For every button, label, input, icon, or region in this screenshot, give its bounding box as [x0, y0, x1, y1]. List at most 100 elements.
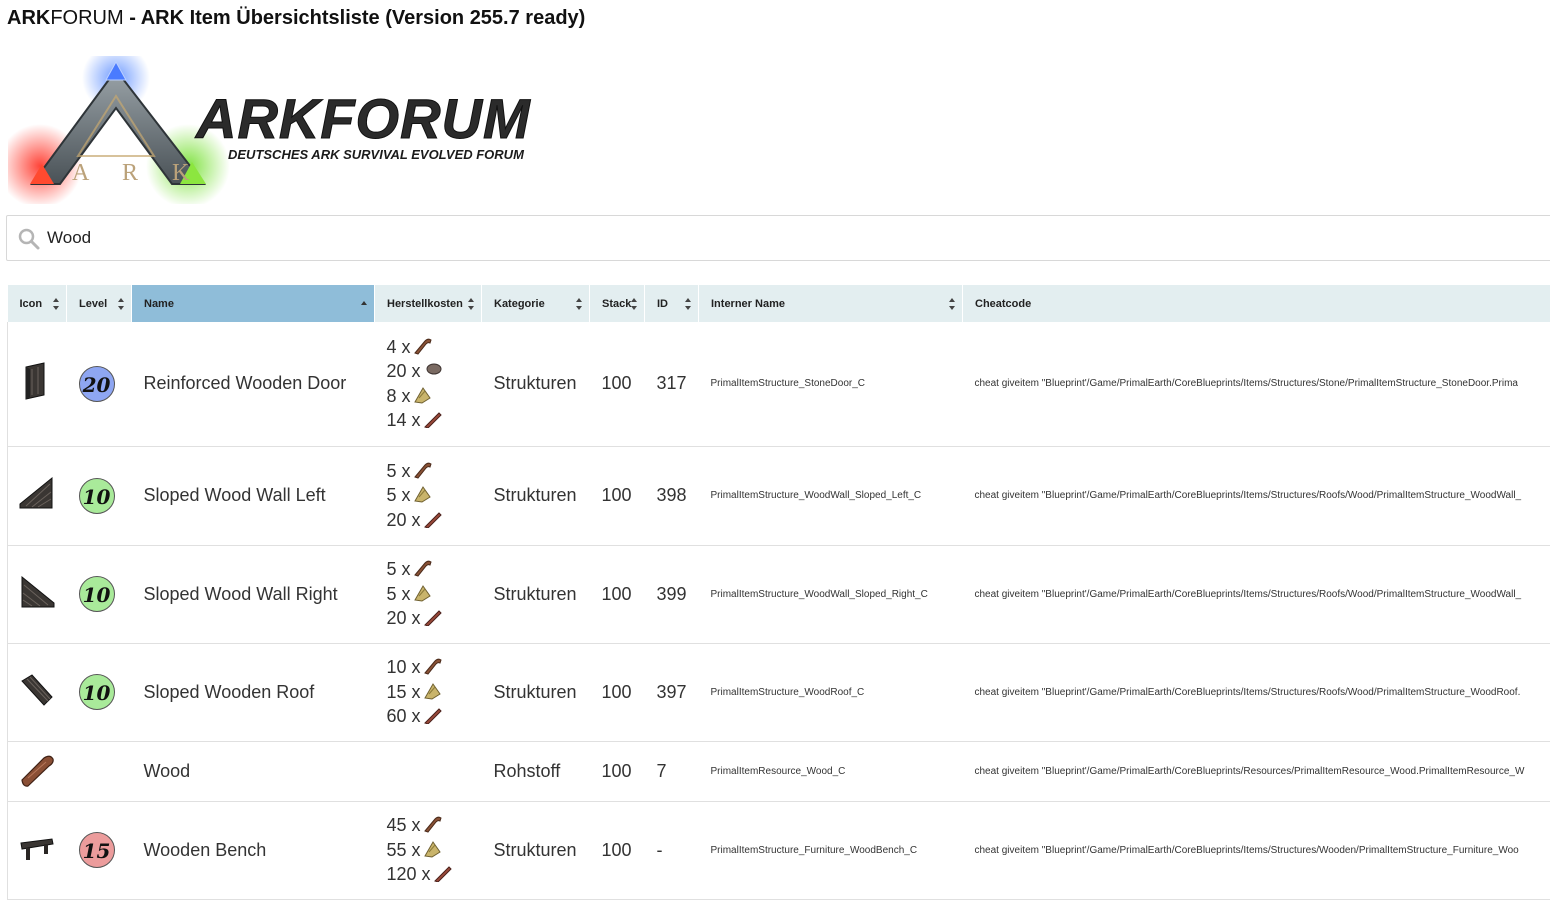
cost-line: 10 x [387, 655, 482, 680]
table-row[interactable]: 10 Sloped Wood Wall Right 5 x 5 x 20 x Strukt… [7, 545, 1550, 644]
sloped-wall-left-icon [18, 474, 67, 517]
title-text: - ARK Item Übersichtsliste (Version 255.… [123, 7, 586, 29]
level-badge: 20 [78, 365, 115, 402]
wood-log-icon [18, 750, 67, 793]
header-cost[interactable]: Herstellkosten [374, 285, 482, 322]
cost-line: 20 x [387, 508, 482, 533]
cost-line: 5 x [387, 459, 482, 484]
cell-id: 317 [644, 322, 699, 447]
header-name-label: Name [144, 297, 174, 310]
cell-category: Rohstoff [481, 741, 590, 802]
wood-icon [411, 461, 433, 481]
cell-cost: 45 x 55 x 120 x [374, 801, 482, 900]
wood-icon [421, 815, 443, 835]
cost-line: 4 x [387, 335, 482, 360]
sort-icon [576, 298, 582, 310]
level-badge: 15 [78, 832, 115, 868]
sort-icon [685, 298, 691, 310]
cost-qty: 15 x [386, 681, 421, 702]
header-category-label: Kategorie [494, 297, 545, 310]
table-row[interactable]: Wood Rohstoff 100 7 PrimalItemResource_Wood_… [7, 741, 1550, 802]
cell-cheatcode[interactable]: cheat giveitem "Blueprint'/Game/PrimalEa… [962, 545, 1550, 644]
header-name[interactable]: Name [131, 285, 375, 322]
cell-id: - [644, 801, 699, 900]
cell-internal-name: PrimalItemStructure_StoneDoor_C [698, 322, 963, 447]
cell-stack: 100 [589, 545, 645, 644]
cell-cost: 5 x 5 x 20 x [374, 446, 482, 546]
sort-icon [53, 298, 59, 310]
reinforced-door-icon [18, 361, 67, 406]
cost-qty: 45 x [386, 815, 421, 836]
thatch-icon [421, 682, 443, 702]
cell-cost: 10 x 15 x 60 x [374, 643, 482, 742]
search-box[interactable] [6, 215, 1550, 261]
cost-qty: 8 x [386, 385, 411, 406]
table-row[interactable]: 15 Wooden Bench 45 x 55 x 120 x Strukturen 100… [7, 801, 1550, 900]
table-row[interactable]: 10 Sloped Wood Wall Left 5 x 5 x 20 x Struktu… [7, 446, 1550, 546]
arkforum-logo[interactable]: A R K ARKFORUM DEUTSCHES ARK SURVIVAL EV… [0, 44, 568, 208]
sort-icon [631, 298, 637, 310]
header-level[interactable]: Level [66, 285, 132, 322]
cost-line: 5 x [387, 582, 482, 607]
cell-category: Strukturen [481, 643, 590, 742]
cell-icon [7, 741, 67, 802]
cell-stack: 100 [589, 801, 645, 900]
cell-icon [7, 545, 67, 644]
cost-line: 5 x [387, 483, 482, 508]
header-cheatcode[interactable]: Cheatcode [962, 285, 1550, 322]
cost-line: 60 x [387, 704, 482, 729]
cost-line: 5 x [387, 557, 482, 582]
wood-icon [411, 559, 433, 579]
header-cost-label: Herstellkosten [387, 297, 463, 310]
search-input[interactable] [47, 224, 647, 252]
cell-stack: 100 [589, 643, 645, 742]
cell-stack: 100 [589, 322, 645, 447]
header-category[interactable]: Kategorie [481, 285, 590, 322]
cell-id: 397 [644, 643, 699, 742]
cell-cheatcode[interactable]: cheat giveitem "Blueprint'/Game/PrimalEa… [962, 446, 1550, 546]
cell-icon [7, 643, 67, 742]
table-row[interactable]: 20 Reinforced Wooden Door 4 x 20 x 8 x 14 x St… [7, 322, 1550, 447]
cost-qty: 55 x [386, 839, 421, 860]
cost-qty: 20 x [386, 361, 421, 382]
cell-name: Sloped Wood Wall Left [131, 446, 375, 546]
level-badge: 10 [78, 674, 115, 710]
cell-cheatcode[interactable]: cheat giveitem "Blueprint'/Game/PrimalEa… [962, 322, 1550, 447]
logo-emblem-text: A R K [72, 160, 203, 186]
cell-internal-name: PrimalItemResource_Wood_C [698, 741, 963, 802]
cost-line: 20 x [387, 606, 482, 631]
sort-icon [949, 298, 955, 310]
cell-cheatcode[interactable]: cheat giveitem "Blueprint'/Game/PrimalEa… [962, 801, 1550, 900]
cell-cheatcode[interactable]: cheat giveitem "Blueprint'/Game/PrimalEa… [962, 643, 1550, 742]
header-id-label: ID [657, 297, 668, 310]
cost-qty: 10 x [386, 657, 421, 678]
bench-icon [18, 829, 67, 872]
cell-internal-name: PrimalItemStructure_WoodWall_Sloped_Righ… [698, 545, 963, 644]
wood-icon [411, 337, 433, 357]
table-row[interactable]: 10 Sloped Wooden Roof 10 x 15 x 60 x Struktur… [7, 643, 1550, 742]
sloped-roof-icon [18, 671, 67, 714]
cell-id: 398 [644, 446, 699, 546]
cell-internal-name: PrimalItemStructure_WoodWall_Sloped_Left… [698, 446, 963, 546]
cost-line: 14 x [387, 408, 482, 433]
header-internal-name[interactable]: Interner Name [698, 285, 963, 322]
cell-name: Wooden Bench [131, 801, 375, 900]
header-stack[interactable]: Stack [589, 285, 645, 322]
cell-level: 15 [66, 801, 132, 900]
cost-qty: 4 x [386, 336, 411, 357]
cell-id: 399 [644, 545, 699, 644]
cell-name: Sloped Wooden Roof [131, 643, 375, 742]
cell-icon [7, 446, 67, 546]
cost-qty: 5 x [386, 583, 411, 604]
sloped-wall-right-icon [18, 573, 67, 616]
table-body: 20 Reinforced Wooden Door 4 x 20 x 8 x 14 x St… [7, 322, 1550, 900]
title-brand-rest: FORUM [50, 7, 124, 29]
cell-cheatcode[interactable]: cheat giveitem "Blueprint'/Game/PrimalEa… [962, 741, 1550, 802]
page-title: ARKFORUM - ARK Item Übersichtsliste (Ver… [7, 7, 585, 30]
header-icon[interactable]: Icon [7, 285, 67, 322]
header-id[interactable]: ID [644, 285, 699, 322]
cost-qty: 60 x [386, 706, 421, 727]
table-header-row: Icon Level Name Herstellkosten Kategorie… [7, 285, 1550, 322]
logo-tagline: DEUTSCHES ARK SURVIVAL EVOLVED FORUM [228, 147, 525, 162]
cell-category: Strukturen [481, 322, 590, 447]
